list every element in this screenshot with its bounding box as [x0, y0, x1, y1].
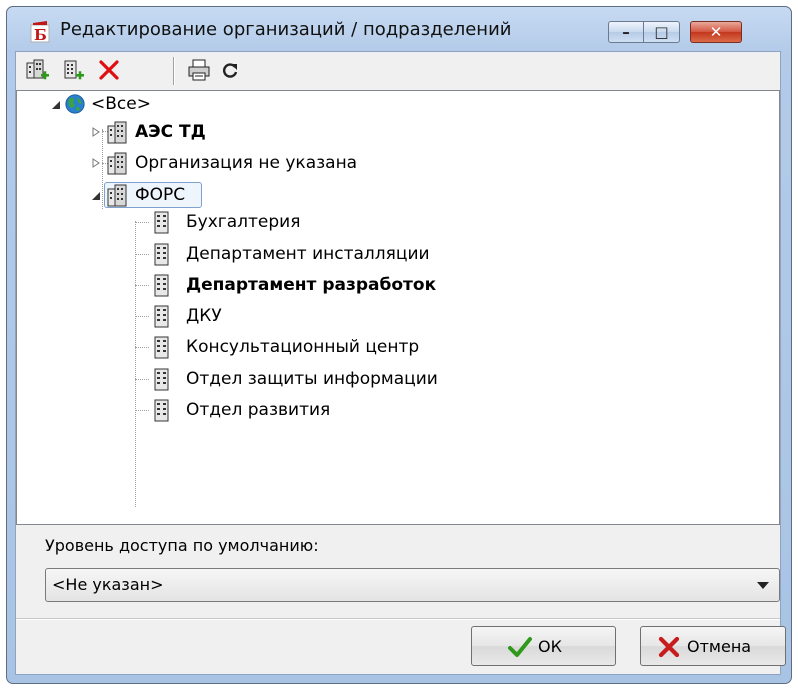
title-bar[interactable]: Б Редактирование организаций / подраздел…: [7, 7, 791, 51]
tree-guide-line: [135, 254, 149, 255]
department-building-icon: [154, 305, 169, 328]
tree-node-root[interactable]: <Все>: [51, 91, 351, 117]
expanded-triangle-icon[interactable]: [51, 100, 61, 110]
tree-node-organization-selected[interactable]: ФОРС: [91, 182, 291, 208]
access-level-value: <Не указан>: [52, 575, 164, 594]
add-organization-icon[interactable]: [24, 57, 50, 83]
department-building-icon: [154, 336, 169, 359]
tree-node-department[interactable]: Департамент инсталляции: [151, 241, 551, 267]
department-building-icon: [154, 274, 169, 297]
refresh-icon[interactable]: [217, 57, 243, 83]
tree-node-label: Отдел защиты информации: [186, 369, 438, 389]
tree-node-department[interactable]: Отдел развития: [151, 397, 551, 423]
tree-node-label: Бухгалтерия: [186, 212, 301, 232]
tree-node-organization[interactable]: Организация не указана: [91, 150, 471, 176]
checkmark-icon: [508, 637, 532, 657]
tree-node-label: Департамент разработок: [186, 275, 437, 295]
organization-building-icon: [107, 184, 127, 207]
tree-guide-line: [135, 285, 149, 286]
button-bar-separator: [16, 618, 780, 620]
close-icon: ✕: [709, 23, 723, 41]
tree-node-label: Организация не указана: [135, 153, 358, 173]
tree-node-department[interactable]: Консультационный центр: [151, 334, 551, 360]
access-level-select[interactable]: <Не указан>: [45, 568, 780, 602]
close-button[interactable]: ✕: [690, 21, 742, 43]
dialog-client-area: <Все> АЭС ТД Организация не указана ФОРС…: [15, 51, 786, 675]
delete-icon[interactable]: [96, 57, 122, 83]
department-building-icon: [154, 368, 169, 391]
maximize-button[interactable]: □: [644, 21, 680, 43]
tree-node-label: Департамент инсталляции: [186, 244, 430, 264]
globe-icon: [65, 94, 85, 114]
add-department-icon[interactable]: [60, 57, 86, 83]
app-logo-icon: Б: [30, 21, 50, 43]
organization-tree[interactable]: <Все> АЭС ТД Организация не указана ФОРС…: [16, 90, 780, 525]
ok-button[interactable]: ОК: [471, 626, 616, 666]
tree-node-department[interactable]: Бухгалтерия: [151, 209, 551, 235]
maximize-icon: □: [654, 23, 669, 41]
tree-node-label: АЭС ТД: [135, 122, 206, 142]
cancel-button[interactable]: Отмена: [640, 626, 786, 666]
tree-node-label: ФОРС: [135, 185, 186, 205]
window-title: Редактирование организаций / подразделен…: [60, 19, 512, 40]
tree-node-department[interactable]: Отдел защиты информации: [151, 366, 551, 392]
dialog-window: Б Редактирование организаций / подраздел…: [6, 6, 792, 684]
department-building-icon: [154, 211, 169, 234]
expanded-triangle-icon[interactable]: [91, 191, 101, 201]
minimize-icon: –: [622, 23, 630, 41]
tree-node-department[interactable]: ДКУ: [151, 303, 551, 329]
tree-guide-line: [135, 410, 149, 411]
tree-node-organization[interactable]: АЭС ТД: [91, 119, 391, 145]
collapsed-triangle-icon[interactable]: [91, 127, 101, 137]
access-level-label: Уровень доступа по умолчанию:: [45, 536, 319, 555]
toolbar: [16, 52, 780, 90]
chevron-down-icon[interactable]: [757, 582, 769, 589]
tree-node-label: <Все>: [91, 94, 151, 114]
svg-text:Б: Б: [34, 26, 47, 43]
tree-node-label: Отдел развития: [186, 400, 331, 420]
tree-guide-line: [135, 222, 149, 223]
print-icon[interactable]: [186, 57, 212, 83]
tree-guide-line: [135, 347, 149, 348]
minimize-button[interactable]: –: [608, 21, 644, 43]
ok-button-label: ОК: [538, 637, 562, 656]
collapsed-triangle-icon[interactable]: [91, 158, 101, 168]
department-building-icon: [154, 399, 169, 422]
tree-guide-line: [135, 379, 149, 380]
cancel-x-icon: [658, 636, 680, 658]
organization-building-icon: [107, 152, 127, 175]
cancel-button-label: Отмена: [687, 637, 752, 656]
tree-node-label: ДКУ: [186, 306, 222, 326]
tree-node-department[interactable]: Департамент разработок: [151, 272, 551, 298]
tree-node-label: Консультационный центр: [186, 337, 420, 357]
organization-building-icon: [107, 121, 127, 144]
tree-guide-line: [135, 316, 149, 317]
department-building-icon: [154, 243, 169, 266]
tree-guide-line: [135, 221, 136, 507]
toolbar-separator: [173, 57, 175, 85]
